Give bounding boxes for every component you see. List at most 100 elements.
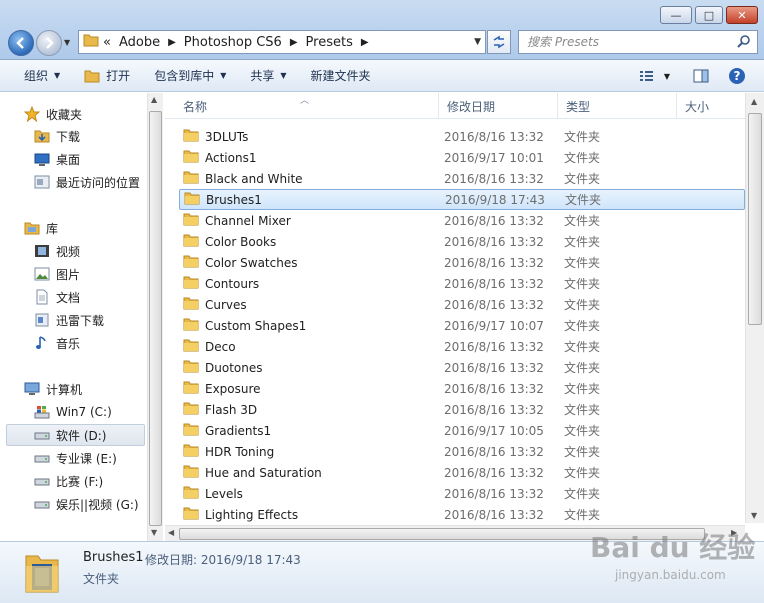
column-size[interactable]: 大小: [677, 93, 745, 119]
refresh-button[interactable]: [487, 30, 511, 54]
open-button[interactable]: 打开: [72, 63, 142, 89]
chevron-right-icon[interactable]: ▶: [286, 37, 302, 48]
scroll-up-icon[interactable]: ▲: [751, 97, 757, 106]
file-row[interactable]: Contours 2016/8/16 13:32 文件夹: [179, 273, 745, 294]
file-row[interactable]: Hue and Saturation 2016/8/16 13:32 文件夹: [179, 462, 745, 483]
file-type: 文件夹: [564, 298, 601, 312]
preview-pane-button[interactable]: [690, 64, 712, 88]
file-row[interactable]: Levels 2016/8/16 13:32 文件夹: [179, 483, 745, 504]
breadcrumb-adobe[interactable]: Adobe: [115, 35, 164, 50]
file-row[interactable]: Curves 2016/8/16 13:32 文件夹: [179, 294, 745, 315]
nav-pictures[interactable]: 图片: [34, 263, 80, 285]
nav-music[interactable]: 音乐: [34, 332, 80, 354]
file-date: 2016/8/16 13:32: [444, 465, 544, 480]
file-name: Custom Shapes1: [205, 318, 307, 333]
file-type: 文件夹: [564, 319, 601, 333]
file-row[interactable]: Exposure 2016/8/16 13:32 文件夹: [179, 378, 745, 399]
recent-pages-dropdown[interactable]: ▼: [64, 38, 74, 48]
scroll-up-icon[interactable]: ▲: [151, 95, 157, 104]
scroll-left-icon[interactable]: ◀: [168, 528, 174, 537]
nav-videos[interactable]: 视频: [34, 240, 80, 262]
file-row[interactable]: Actions1 2016/9/17 10:01 文件夹: [179, 147, 745, 168]
file-name-cell: Gradients1: [183, 422, 271, 439]
minimize-button[interactable]: —: [660, 6, 692, 24]
file-name: Curves: [205, 297, 247, 312]
chevron-right-icon[interactable]: ▶: [164, 37, 180, 48]
column-date[interactable]: 修改日期: [439, 93, 558, 119]
nav-pictures-label: 图片: [56, 267, 81, 282]
file-row[interactable]: Flash 3D 2016/8/16 13:32 文件夹: [179, 399, 745, 420]
file-row[interactable]: HDR Toning 2016/8/16 13:32 文件夹: [179, 441, 745, 462]
file-row[interactable]: 3DLUTs 2016/8/16 13:32 文件夹: [179, 126, 745, 147]
back-button[interactable]: [8, 30, 34, 56]
nav-libraries[interactable]: 库: [24, 217, 58, 239]
chevron-down-icon: ▼: [280, 71, 287, 80]
search-icon[interactable]: [737, 34, 751, 51]
nav-drive-f[interactable]: 比赛 (F:): [34, 470, 103, 492]
details-modified: 修改日期: 2016/9/18 17:43: [145, 553, 301, 567]
address-dropdown-icon[interactable]: ▼: [474, 37, 481, 47]
view-dropdown-icon[interactable]: ▼: [660, 64, 674, 88]
folder-icon: [183, 317, 199, 334]
file-row[interactable]: Color Swatches 2016/8/16 13:32 文件夹: [179, 252, 745, 273]
file-date: 2016/8/16 13:32: [444, 444, 544, 459]
file-row[interactable]: Deco 2016/8/16 13:32 文件夹: [179, 336, 745, 357]
file-row[interactable]: Gradients1 2016/9/17 10:05 文件夹: [179, 420, 745, 441]
nav-downloads[interactable]: 下载: [34, 125, 80, 147]
file-list-scrollbar[interactable]: ▲ ▼: [745, 93, 764, 523]
search-input[interactable]: [527, 35, 727, 49]
breadcrumb-photoshop[interactable]: Photoshop CS6: [180, 35, 286, 50]
file-row[interactable]: Brushes1 2016/9/18 17:43 文件夹: [179, 189, 745, 210]
file-row[interactable]: Color Books 2016/8/16 13:32 文件夹: [179, 231, 745, 252]
nav-drive-d[interactable]: 软件 (D:): [6, 424, 145, 446]
file-date: 2016/8/16 13:32: [444, 339, 544, 354]
file-row[interactable]: Custom Shapes1 2016/9/17 10:07 文件夹: [179, 315, 745, 336]
chevron-right-icon[interactable]: ▶: [357, 37, 373, 48]
nav-recent-places[interactable]: 最近访问的位置: [34, 171, 140, 193]
forward-button[interactable]: [36, 30, 62, 56]
refresh-icon: [493, 35, 505, 49]
file-date: 2016/9/18 17:43: [445, 192, 545, 207]
file-row[interactable]: Duotones 2016/8/16 13:32 文件夹: [179, 357, 745, 378]
file-name-cell: 3DLUTs: [183, 128, 248, 145]
file-row[interactable]: Channel Mixer 2016/8/16 13:32 文件夹: [179, 210, 745, 231]
scroll-down-icon[interactable]: ▼: [151, 528, 157, 537]
nav-scrollbar[interactable]: ▲ ▼: [147, 93, 163, 541]
scroll-down-icon[interactable]: ▼: [751, 511, 757, 520]
address-bar[interactable]: « Adobe ▶ Photoshop CS6 ▶ Presets ▶ ▼: [78, 30, 486, 54]
drive-g-label: 娱乐||视频 (G:): [56, 497, 139, 512]
nav-scroll-thumb[interactable]: [149, 111, 162, 526]
windows-drive-icon: [34, 404, 50, 420]
close-button[interactable]: ✕: [726, 6, 758, 24]
help-button[interactable]: ?: [726, 64, 748, 88]
file-scroll-thumb[interactable]: [748, 113, 762, 325]
nav-drive-e[interactable]: 专业课 (E:): [34, 447, 117, 469]
view-options-button[interactable]: [636, 64, 658, 88]
nav-favorites[interactable]: 收藏夹: [24, 103, 82, 125]
organize-menu[interactable]: 组织 ▼: [12, 63, 72, 89]
new-folder-button[interactable]: 新建文件夹: [299, 63, 383, 89]
nav-drive-c[interactable]: Win7 (C:): [34, 401, 112, 423]
breadcrumb-overflow[interactable]: «: [99, 35, 115, 50]
file-name: Brushes1: [206, 192, 262, 207]
include-library-menu[interactable]: 包含到库中 ▼: [142, 63, 238, 89]
nav-recent-label: 最近访问的位置: [56, 175, 141, 190]
file-name-cell: HDR Toning: [183, 443, 274, 460]
search-box[interactable]: [518, 30, 758, 54]
nav-desktop[interactable]: 桌面: [34, 148, 80, 170]
column-name[interactable]: 名称: [175, 93, 439, 119]
nav-downloads-label: 下载: [56, 129, 81, 144]
maximize-button[interactable]: □: [695, 6, 723, 24]
nav-computer[interactable]: 计算机: [24, 378, 82, 400]
nav-drive-g[interactable]: 娱乐||视频 (G:): [34, 493, 139, 515]
drive-f-label: 比赛 (F:): [56, 474, 104, 489]
breadcrumb-presets[interactable]: Presets: [302, 35, 357, 50]
nav-thunder-downloads[interactable]: 迅雷下载: [34, 309, 104, 331]
folder-icon: [183, 338, 199, 355]
folder-icon: [183, 296, 199, 313]
share-menu[interactable]: 共享 ▼: [238, 63, 298, 89]
file-type: 文件夹: [565, 193, 602, 207]
column-type[interactable]: 类型: [558, 93, 677, 119]
nav-documents[interactable]: 文档: [34, 286, 80, 308]
file-row[interactable]: Black and White 2016/8/16 13:32 文件夹: [179, 168, 745, 189]
